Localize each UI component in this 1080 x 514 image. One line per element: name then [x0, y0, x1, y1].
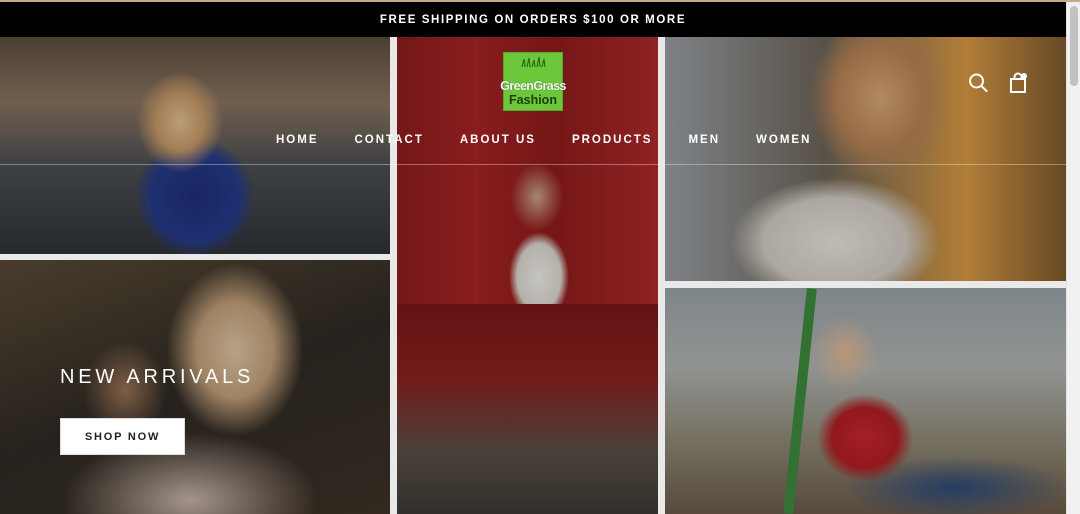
hero-image-woman-pointing	[665, 288, 1066, 514]
shopping-bag-icon[interactable]	[1008, 72, 1028, 94]
shop-now-button[interactable]: SHOP NOW	[60, 418, 185, 455]
logo-text-fashion: Fashion	[509, 93, 557, 107]
nav-item-products[interactable]: PRODUCTS	[572, 134, 653, 146]
announcement-text: FREE SHIPPING ON ORDERS $100 OR MORE	[379, 13, 687, 26]
green-pole	[783, 288, 817, 514]
grass-icon	[521, 57, 546, 67]
brand-logo[interactable]: GreenGrass Fashion	[500, 52, 566, 111]
search-icon[interactable]	[968, 72, 988, 94]
header-actions	[968, 72, 1028, 94]
promo-block: NEW ARRIVALS SHOP NOW	[60, 366, 255, 455]
nav-item-women[interactable]: WOMEN	[756, 134, 811, 146]
announcement-bar: FREE SHIPPING ON ORDERS $100 OR MORE	[0, 2, 1066, 37]
page-scrollbar[interactable]	[1066, 2, 1080, 514]
red-wall-shading	[397, 304, 658, 514]
site-header: GreenGrass Fashion HOME CONTACT ABOUT US…	[0, 37, 1066, 164]
nav-item-about-us[interactable]: ABOUT US	[460, 134, 536, 146]
nav-item-contact[interactable]: CONTACT	[355, 134, 424, 146]
promo-title: NEW ARRIVALS	[60, 366, 255, 388]
logo-text-greengrass: GreenGrass	[500, 79, 566, 93]
nav-item-home[interactable]: HOME	[276, 134, 319, 146]
main-navigation: HOME CONTACT ABOUT US PRODUCTS MEN WOMEN	[276, 134, 811, 146]
nav-item-men[interactable]: MEN	[688, 134, 720, 146]
header-divider	[0, 164, 1066, 165]
hero-section: GreenGrass Fashion HOME CONTACT ABOUT US…	[0, 37, 1066, 514]
scrollbar-thumb[interactable]	[1070, 6, 1078, 86]
